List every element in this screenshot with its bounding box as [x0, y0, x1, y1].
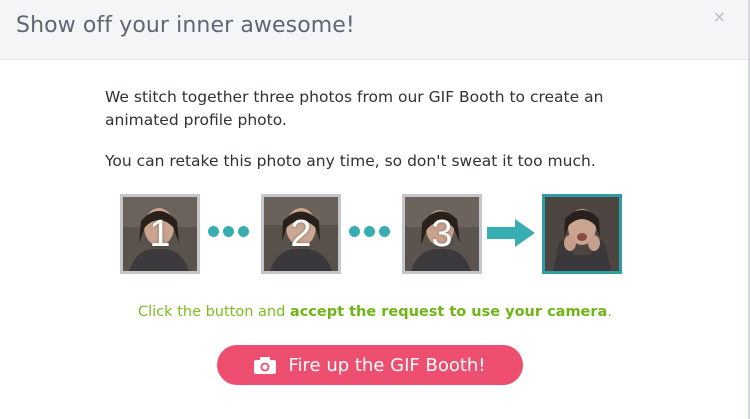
- camera-icon: [254, 356, 277, 374]
- arrow-right-icon: [487, 219, 535, 247]
- modal-header: Show off your inner awesome! ×: [0, 0, 748, 60]
- fire-up-gif-booth-button[interactable]: Fire up the GIF Booth!: [217, 345, 523, 385]
- dot: [349, 226, 360, 237]
- camera-permission-instruction: Click the button and accept the request …: [0, 304, 750, 320]
- button-label: Fire up the GIF Booth!: [288, 354, 486, 376]
- photo-frame-3: 3: [402, 194, 482, 274]
- cta-suffix: .: [607, 304, 612, 320]
- modal-title: Show off your inner awesome!: [16, 13, 355, 38]
- dot: [238, 226, 249, 237]
- gif-booth-modal: Show off your inner awesome! × We stitch…: [0, 0, 750, 419]
- dot: [208, 226, 219, 237]
- retake-paragraph: You can retake this photo any time, so d…: [105, 152, 596, 170]
- cta-prefix: Click the button and: [138, 304, 290, 320]
- photo-frame-2: 2: [261, 194, 341, 274]
- dot: [364, 226, 375, 237]
- photo-frame-1: 1: [120, 194, 200, 274]
- animated-portrait-photo: [545, 197, 619, 271]
- frame-number: 3: [431, 212, 453, 255]
- intro-paragraph: We stitch together three photos from our…: [105, 88, 604, 129]
- close-icon[interactable]: ×: [713, 9, 726, 25]
- frame-number: 2: [290, 212, 312, 255]
- dot: [223, 226, 234, 237]
- animated-result-frame: [542, 194, 622, 274]
- frame-number: 1: [149, 212, 171, 255]
- dot: [379, 226, 390, 237]
- cta-emphasis: accept the request to use your camera: [289, 304, 608, 320]
